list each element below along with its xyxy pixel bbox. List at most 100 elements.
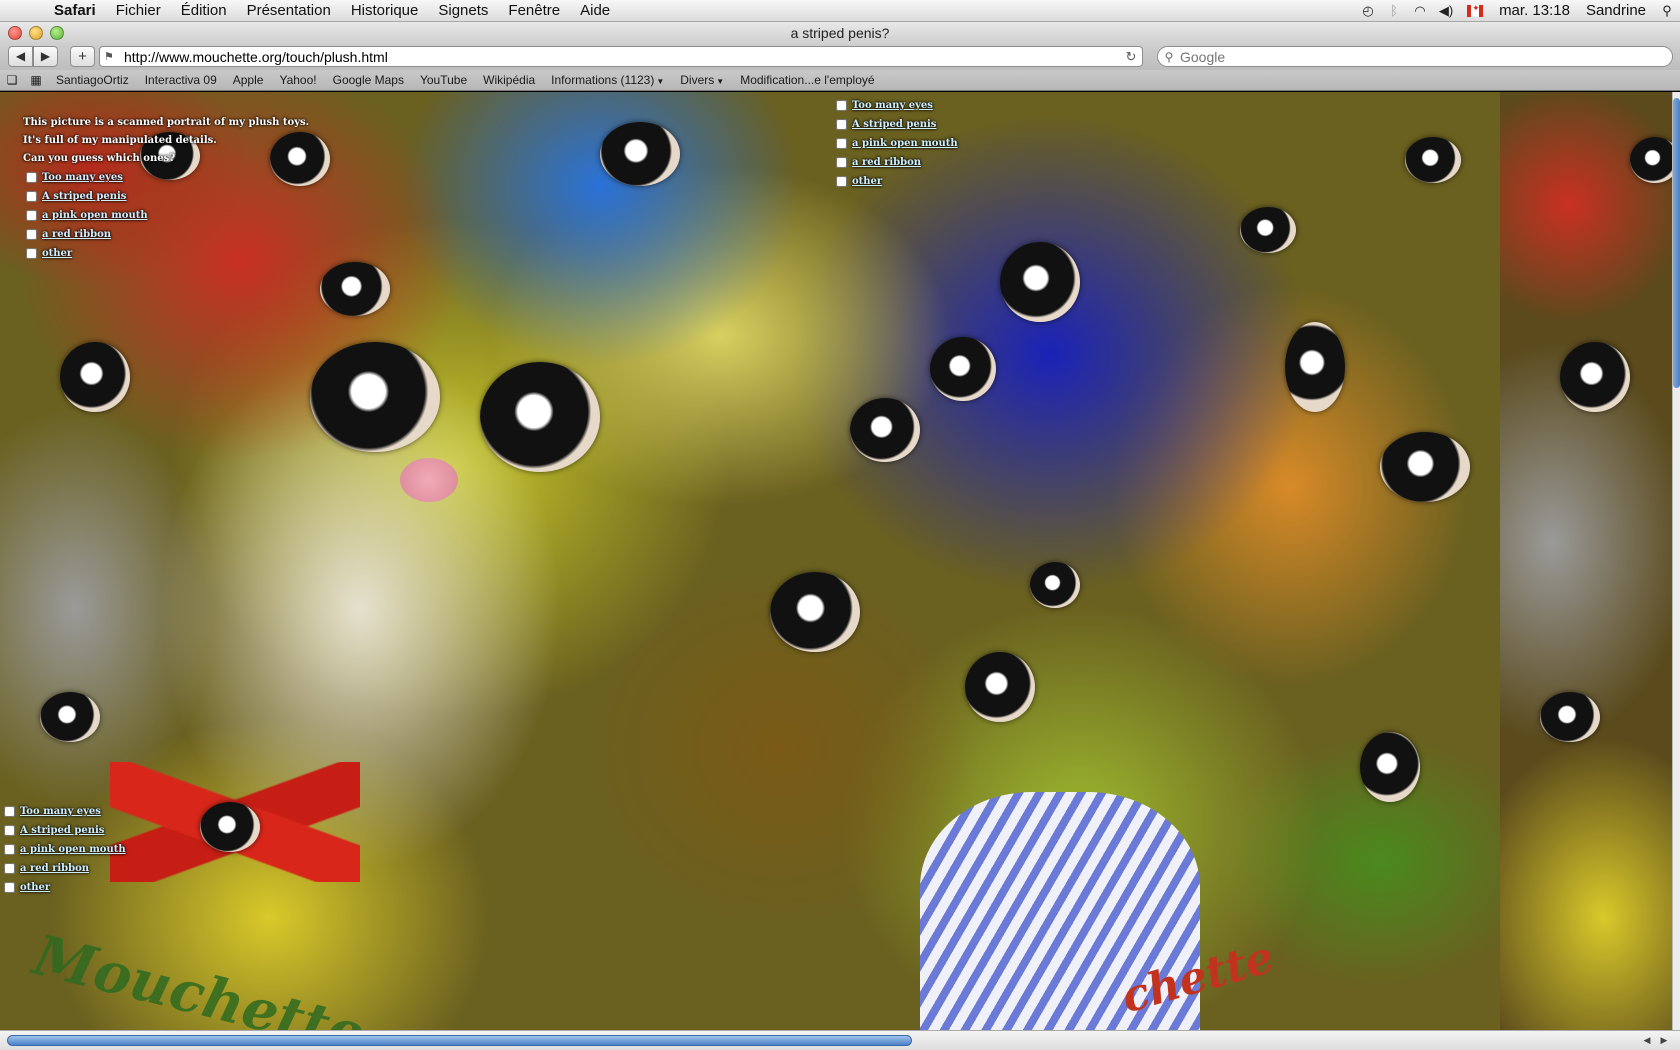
wifi-icon[interactable]: ◠: [1407, 3, 1433, 19]
plush-eye: [1285, 322, 1345, 412]
window-title-bar: a striped penis?: [0, 22, 1680, 44]
option-link-red-ribbon[interactable]: a red ribbon: [852, 157, 921, 168]
option-checkbox-too-many-eyes[interactable]: [836, 100, 847, 111]
menu-app-name[interactable]: Safari: [44, 0, 106, 22]
option-checkbox-pink-open-mouth[interactable]: [26, 210, 37, 221]
option-row: Too many eyes: [26, 168, 309, 187]
minimize-window-button[interactable]: [29, 26, 43, 40]
option-checkbox-too-many-eyes[interactable]: [26, 172, 37, 183]
option-link-too-many-eyes[interactable]: Too many eyes: [42, 172, 123, 183]
option-checkbox-pink-open-mouth[interactable]: [836, 138, 847, 149]
bookmark-interactiva[interactable]: Interactiva 09: [137, 73, 225, 87]
menu-user[interactable]: Sandrine: [1578, 0, 1654, 22]
bookmark-yahoo[interactable]: Yahoo!: [271, 73, 324, 87]
plush-eye: [200, 802, 260, 852]
option-row: other: [26, 244, 309, 263]
bookmarks-book-icon[interactable]: ❏: [0, 73, 24, 87]
bookmark-youtube[interactable]: YouTube: [412, 73, 475, 87]
vertical-scroll-thumb[interactable]: [1673, 98, 1680, 388]
zoom-window-button[interactable]: [50, 26, 64, 40]
option-checkbox-other[interactable]: [4, 882, 15, 893]
option-checkbox-too-many-eyes[interactable]: [4, 806, 15, 817]
bookmark-google-maps[interactable]: Google Maps: [325, 73, 412, 87]
plush-eye: [1630, 137, 1672, 183]
option-link-pink-open-mouth[interactable]: a pink open mouth: [20, 844, 126, 855]
url-input[interactable]: [118, 47, 1120, 66]
option-checkbox-pink-open-mouth[interactable]: [4, 844, 15, 855]
search-icon[interactable]: ⚲: [1158, 50, 1180, 64]
plush-eye: [770, 572, 860, 652]
menu-bar: Safari Fichier Édition Présentation Hist…: [0, 0, 1680, 22]
option-checkbox-striped-penis[interactable]: [26, 191, 37, 202]
option-link-other[interactable]: other: [852, 176, 882, 187]
bookmark-folder-label: Informations (1123): [551, 73, 655, 87]
scroll-left-arrow-icon[interactable]: ◀: [1640, 1033, 1654, 1048]
option-link-too-many-eyes[interactable]: Too many eyes: [852, 100, 933, 111]
option-link-red-ribbon[interactable]: a red ribbon: [20, 863, 89, 874]
chevron-down-icon: ▼: [656, 77, 665, 86]
plush-eye: [1000, 242, 1080, 322]
option-row: A striped penis: [26, 187, 309, 206]
menu-historique[interactable]: Historique: [341, 0, 429, 22]
option-link-too-many-eyes[interactable]: Too many eyes: [20, 806, 101, 817]
menu-edition[interactable]: Édition: [171, 0, 237, 22]
bookmark-modification-employe[interactable]: Modification...e l'employé: [732, 73, 882, 87]
plush-eye: [1360, 732, 1420, 802]
search-input[interactable]: [1180, 47, 1672, 66]
bookmark-folder-divers[interactable]: Divers ▼: [672, 73, 732, 87]
menu-clock[interactable]: mar. 13:18: [1491, 0, 1578, 22]
mouchette-watermark: Mouchette: [27, 922, 371, 1030]
reload-icon[interactable]: ↻: [1120, 49, 1142, 65]
top-sites-grid-icon[interactable]: ▦: [24, 73, 48, 87]
option-link-pink-open-mouth[interactable]: a pink open mouth: [42, 210, 148, 221]
bookmark-santiagoortiz[interactable]: SantiagoOrtiz: [48, 73, 137, 87]
option-row: a pink open mouth: [26, 206, 309, 225]
add-bookmark-button[interactable]: +: [70, 46, 95, 67]
plush-eye: [600, 122, 680, 186]
option-link-other[interactable]: other: [20, 882, 50, 893]
back-button[interactable]: ◀: [8, 46, 33, 67]
option-link-striped-penis[interactable]: A striped penis: [852, 119, 936, 130]
option-link-red-ribbon[interactable]: a red ribbon: [42, 229, 111, 240]
option-checkbox-red-ribbon[interactable]: [4, 863, 15, 874]
option-checkbox-striped-penis[interactable]: [836, 119, 847, 130]
option-row: a red ribbon: [4, 859, 126, 878]
option-checkbox-striped-penis[interactable]: [4, 825, 15, 836]
menu-fenetre[interactable]: Fenêtre: [498, 0, 570, 22]
option-checkbox-other[interactable]: [26, 248, 37, 259]
pink-nose: [400, 458, 458, 502]
menu-presentation[interactable]: Présentation: [237, 0, 341, 22]
option-row: a pink open mouth: [836, 134, 958, 153]
menu-fichier[interactable]: Fichier: [106, 0, 171, 22]
bookmarks-bar: ❏ ▦ SantiagoOrtiz Interactiva 09 Apple Y…: [0, 70, 1680, 91]
spotlight-search-icon[interactable]: ⚲: [1654, 3, 1680, 19]
option-row: other: [836, 172, 958, 191]
bluetooth-icon[interactable]: ᛒ: [1381, 3, 1407, 18]
bookmark-folder-informations[interactable]: Informations (1123) ▼: [543, 73, 672, 87]
forward-button[interactable]: ▶: [33, 46, 58, 67]
menu-aide[interactable]: Aide: [570, 0, 620, 22]
option-row: other: [4, 878, 126, 897]
plush-eye: [310, 342, 440, 452]
horizontal-scrollbar[interactable]: ◀ ▶: [0, 1030, 1680, 1050]
close-window-button[interactable]: [8, 26, 22, 40]
option-link-striped-penis[interactable]: A striped penis: [20, 825, 104, 836]
option-link-striped-penis[interactable]: A striped penis: [42, 191, 126, 202]
option-checkbox-other[interactable]: [836, 176, 847, 187]
option-row: a pink open mouth: [4, 840, 126, 859]
option-link-other[interactable]: other: [42, 248, 72, 259]
plush-eye: [1380, 432, 1470, 502]
bookmark-apple[interactable]: Apple: [225, 73, 272, 87]
input-source-flag-icon[interactable]: [1467, 3, 1484, 17]
option-checkbox-red-ribbon[interactable]: [836, 157, 847, 168]
vertical-scrollbar[interactable]: [1672, 92, 1680, 1030]
menu-signets[interactable]: Signets: [428, 0, 498, 22]
horizontal-scroll-thumb[interactable]: [7, 1035, 912, 1046]
scroll-right-arrow-icon[interactable]: ▶: [1657, 1033, 1671, 1048]
time-machine-icon[interactable]: ◴: [1355, 3, 1381, 19]
option-link-pink-open-mouth[interactable]: a pink open mouth: [852, 138, 958, 149]
volume-icon[interactable]: ◀): [1433, 3, 1459, 19]
search-bar: ⚲: [1157, 46, 1673, 67]
bookmark-wikipedia[interactable]: Wikipédia: [475, 73, 543, 87]
option-checkbox-red-ribbon[interactable]: [26, 229, 37, 240]
